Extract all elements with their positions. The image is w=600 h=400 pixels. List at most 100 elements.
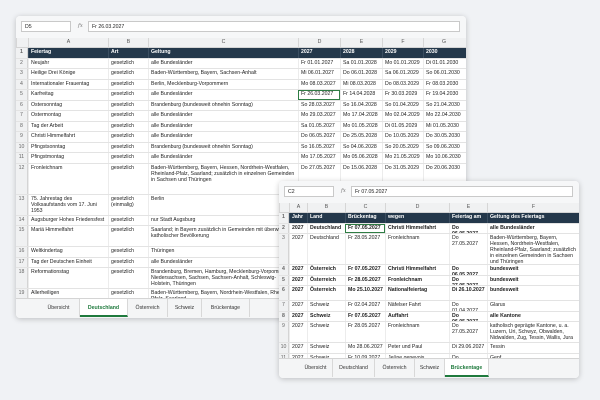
cell-c[interactable]: Saarland; in Bayern zusätzlich in Gemein…	[148, 226, 298, 246]
tab-schweiz[interactable]: Schweiz	[415, 359, 445, 377]
cell-c[interactable]: Mo 25.10.2027	[345, 286, 385, 300]
cell-b[interactable]: Schweiz	[307, 301, 345, 311]
column-header-f[interactable]: F	[487, 203, 579, 212]
cell-e[interactable]: Do 06.05.2027	[449, 265, 487, 275]
cell-a[interactable]: Christi Himmelfahrt	[28, 132, 108, 142]
cell-g[interactable]: Fr 19.04.2030	[423, 90, 464, 100]
cell-f[interactable]: Glarus	[487, 301, 579, 311]
cell-d[interactable]: Näfelser Fahrt	[385, 301, 449, 311]
column-header-g[interactable]: G	[423, 38, 464, 47]
cell-b[interactable]: gesetzlich	[108, 79, 148, 89]
cell-a[interactable]: Tag der Arbeit	[28, 121, 108, 131]
cell-f[interactable]: bundesweit	[487, 275, 579, 285]
cell-c[interactable]: Brandenburg (bundesweit ohnehin Sonntag)	[148, 100, 298, 110]
row-number[interactable]: 6	[16, 100, 28, 110]
row-number[interactable]: 18	[16, 268, 28, 288]
cell-c[interactable]: Baden-Württemberg, Bayern, Sachsen-Anhal…	[148, 69, 298, 79]
cell-e[interactable]: Fr 14.04.2028	[340, 90, 382, 100]
cell-a[interactable]: 2027	[289, 234, 307, 264]
cell-d[interactable]: Mo 08.03.2027	[298, 79, 340, 89]
cell-b[interactable]: gesetzlich	[108, 132, 148, 142]
cell-d[interactable]: Fronleichnam	[385, 234, 449, 264]
cell-f[interactable]: Baden-Württemberg, Bayern, Hessen, Nordr…	[487, 234, 579, 264]
row-number[interactable]: 1	[279, 213, 289, 223]
cell-b[interactable]: Art	[108, 48, 148, 58]
cell-b[interactable]: gesetzlich	[108, 226, 148, 246]
row-number[interactable]: 5	[16, 90, 28, 100]
row-number[interactable]: 4	[16, 79, 28, 89]
cell-c[interactable]: Berlin	[148, 194, 298, 215]
cell-f[interactable]: Do 10.05.2029	[382, 132, 423, 142]
row-number[interactable]: 2	[16, 58, 28, 68]
cell-a[interactable]: 2027	[289, 265, 307, 275]
cell-c[interactable]: Berlin, Mecklenburg-Vorpommern	[148, 79, 298, 89]
cell-g[interactable]: Fr 08.03.2030	[423, 79, 464, 89]
cell-a[interactable]: Feiertag	[28, 48, 108, 58]
cell-c[interactable]: Brückentag	[345, 213, 385, 223]
cell-f[interactable]: Do 08.03.2029	[382, 79, 423, 89]
cell-e[interactable]: Mo 01.05.2028	[340, 121, 382, 131]
cell-e[interactable]: Mo 17.04.2028	[340, 111, 382, 121]
tab-bersicht[interactable]: Übersicht	[299, 359, 333, 377]
cell-f[interactable]: katholisch geprägte Kantone, u. a. Luzer…	[487, 322, 579, 342]
column-header-c[interactable]: C	[345, 203, 385, 212]
cell-a[interactable]: 2027	[289, 223, 307, 233]
tab-brckentage[interactable]: Brückentage	[445, 359, 489, 377]
row-number[interactable]: 3	[16, 69, 28, 79]
row-number[interactable]: 3	[279, 234, 289, 264]
cell-b[interactable]: gesetzlich	[108, 100, 148, 110]
selected-cell[interactable]: Fr 26.03.2027	[298, 90, 340, 100]
cell-b[interactable]: gesetzlich	[108, 58, 148, 68]
cell-g[interactable]: Mi 01.05.2030	[423, 121, 464, 131]
name-box[interactable]: C2	[284, 186, 334, 197]
cell-f[interactable]: Di 01.05.2029	[382, 121, 423, 131]
cell-c[interactable]: Fr 07.05.2027	[345, 265, 385, 275]
cell-d[interactable]: Do 06.05.2027	[298, 132, 340, 142]
cell-b[interactable]: gesetzlich	[108, 163, 148, 194]
row-number[interactable]: 14	[16, 215, 28, 225]
cell-b[interactable]: gesetzlich	[108, 111, 148, 121]
cell-a[interactable]: Pfingstmontag	[28, 153, 108, 163]
cell-b[interactable]: Land	[307, 213, 345, 223]
tab-schweiz[interactable]: Schweiz	[168, 299, 202, 317]
cell-e[interactable]: Do 06.01.2028	[340, 69, 382, 79]
cell-a[interactable]: Ostersonntag	[28, 100, 108, 110]
cell-b[interactable]: gesetzlich	[108, 247, 148, 257]
cell-e[interactable]: Do 01.04.2027	[449, 301, 487, 311]
cell-b[interactable]: Deutschland	[307, 234, 345, 264]
cell-c[interactable]: Thüringen	[148, 247, 298, 257]
cell-e[interactable]: Feiertag am	[449, 213, 487, 223]
cell-d[interactable]: Fronleichnam	[385, 322, 449, 342]
corner-cell[interactable]	[279, 203, 289, 212]
cell-a[interactable]: Neujahr	[28, 58, 108, 68]
cell-d[interactable]: Christi Himmelfahrt	[385, 265, 449, 275]
cell-b[interactable]: gesetzlich	[108, 121, 148, 131]
cell-c[interactable]: Fr 28.05.2027	[345, 322, 385, 342]
cell-a[interactable]: 2027	[289, 343, 307, 353]
row-number[interactable]: 12	[16, 163, 28, 194]
row-number[interactable]: 6	[279, 286, 289, 300]
column-header-b[interactable]: B	[108, 38, 148, 47]
cell-e[interactable]: Mo 05.06.2028	[340, 153, 382, 163]
column-header-a[interactable]: A	[28, 38, 108, 47]
cell-f[interactable]: alle Bundesländer	[487, 223, 579, 233]
cell-f[interactable]: So 20.05.2029	[382, 142, 423, 152]
cell-e[interactable]: Do 06.05.2027	[449, 223, 487, 233]
cell-b[interactable]: gesetzlich	[108, 142, 148, 152]
cell-d[interactable]: Nationalfeiertag	[385, 286, 449, 300]
cell-e[interactable]: 2028	[340, 48, 382, 58]
cell-d[interactable]: Mo 29.03.2027	[298, 111, 340, 121]
cell-g[interactable]: Do 30.05.2030	[423, 132, 464, 142]
column-header-a[interactable]: A	[289, 203, 307, 212]
cell-a[interactable]: Fronleichnam	[28, 163, 108, 194]
cell-d[interactable]: 2027	[298, 48, 340, 58]
cell-e[interactable]: Di 29.06.2027	[449, 343, 487, 353]
cell-b[interactable]: gesetzlich	[108, 257, 148, 267]
cell-f[interactable]: alle Kantone	[487, 311, 579, 321]
cell-a[interactable]: Karfreitag	[28, 90, 108, 100]
cell-c[interactable]: alle Bundesländer	[148, 257, 298, 267]
cell-g[interactable]: Di 01.01.2030	[423, 58, 464, 68]
cell-d[interactable]: Fronleichnam	[385, 275, 449, 285]
cell-f[interactable]: Mo 21.05.2029	[382, 153, 423, 163]
row-number[interactable]: 5	[279, 275, 289, 285]
